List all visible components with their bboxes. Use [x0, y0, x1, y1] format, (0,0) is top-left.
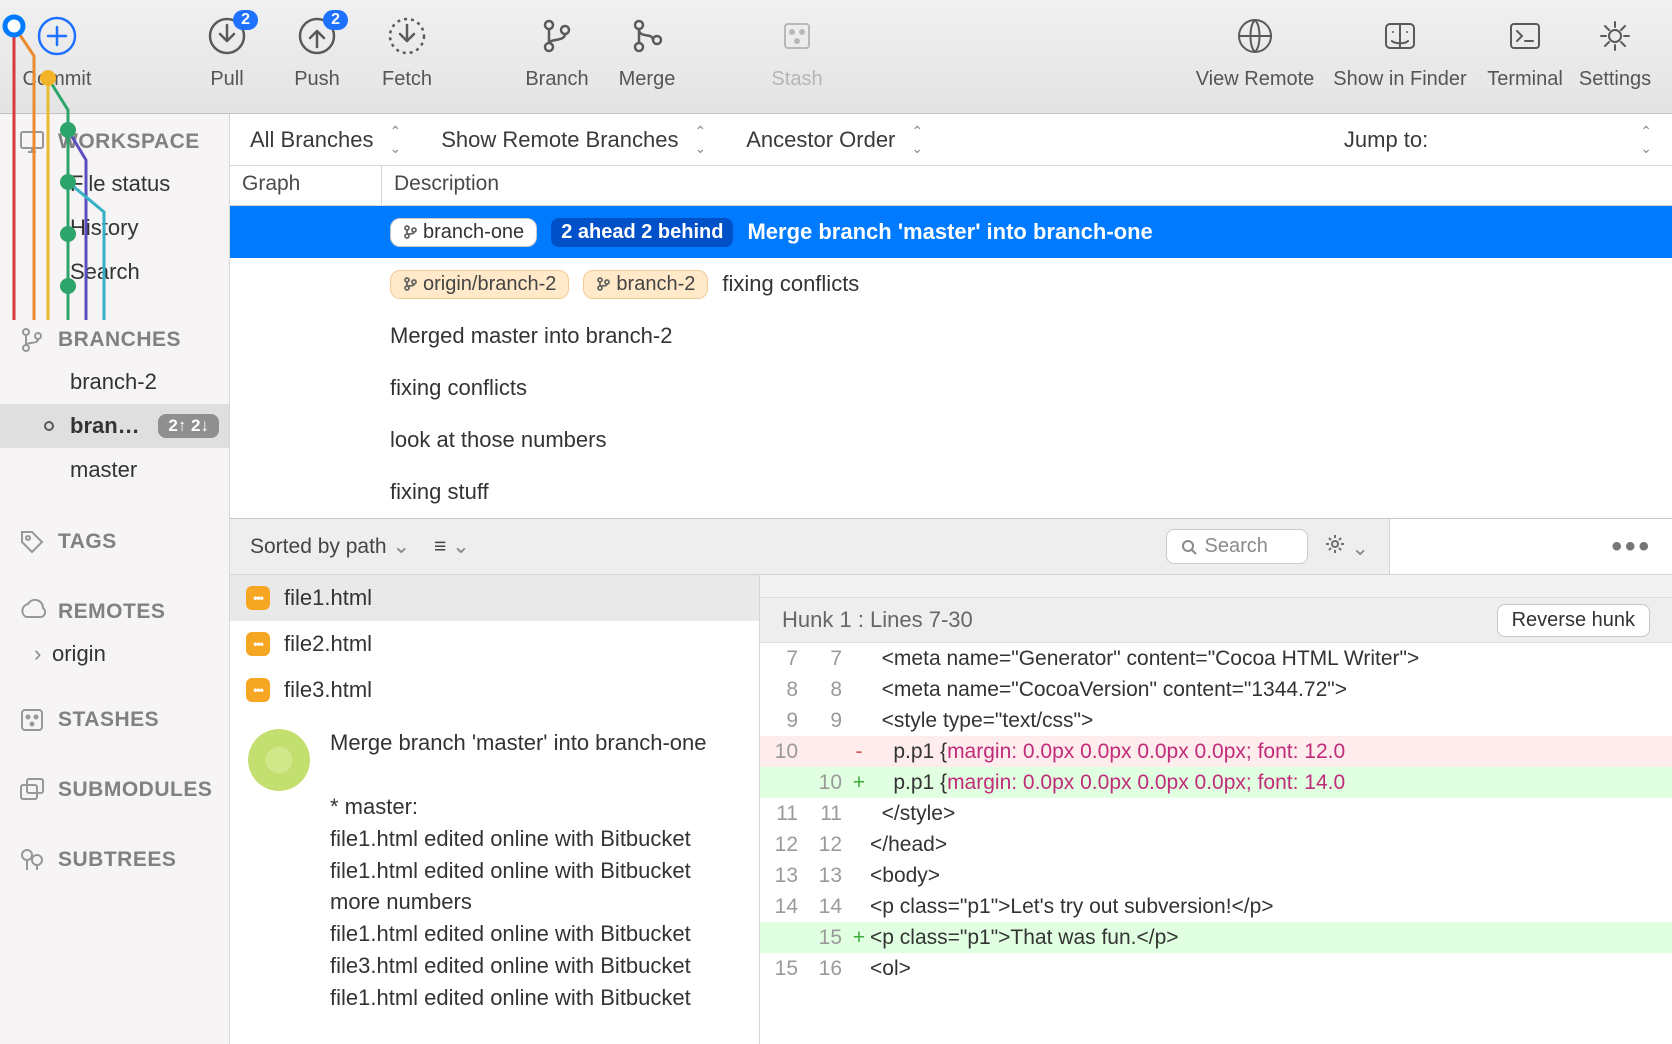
file-status-icon: ••• [246, 586, 270, 610]
terminal-button[interactable]: Terminal [1480, 14, 1570, 91]
more-button[interactable]: ••• [1611, 530, 1652, 564]
commit-graph [0, 0, 160, 320]
push-label: Push [294, 68, 340, 91]
view-remote-button[interactable]: View Remote [1190, 14, 1320, 91]
diff-line[interactable]: 1111 </style> [760, 798, 1672, 829]
gear-dropdown[interactable]: ⌄ [1324, 533, 1369, 561]
branch-tag: branch-2 [583, 270, 708, 299]
file-row[interactable]: •••file3.html [230, 667, 759, 713]
commit-message: Merge branch 'master' into branch-one [747, 219, 1152, 245]
branch-button[interactable]: Branch [512, 14, 602, 91]
updown-icon: ⌃⌄ [911, 123, 923, 157]
push-badge: 2 [323, 10, 348, 30]
col-description[interactable]: Description [382, 166, 511, 205]
diff-line[interactable]: 99 <style type="text/css"> [760, 705, 1672, 736]
file-search-input[interactable]: Search [1166, 529, 1308, 564]
reverse-hunk-button[interactable]: Reverse hunk [1497, 604, 1650, 637]
filter-bar: All Branches⌃⌄ Show Remote Branches⌃⌄ An… [230, 114, 1672, 166]
diff-line[interactable]: 1313<body> [760, 860, 1672, 891]
pull-button[interactable]: 2 Pull [182, 14, 272, 91]
updown-icon: ⌃⌄ [1640, 123, 1652, 157]
filter-branches[interactable]: All Branches⌃⌄ [250, 123, 401, 157]
sidebar-remote-origin[interactable]: › origin [0, 632, 229, 676]
sidebar-section-subtrees[interactable]: SUBTREES [0, 832, 229, 880]
history-row[interactable]: Merged master into branch-2 [230, 310, 1672, 362]
history-list: branch-one 2 ahead 2 behind Merge branch… [230, 206, 1672, 518]
file-status-icon: ••• [246, 678, 270, 702]
sidebar-branch-master[interactable]: master [0, 448, 229, 492]
file-panel: Sorted by path ⌄ ≡ ⌄ Search ⌄ •••file1.h… [230, 519, 760, 1044]
fetch-label: Fetch [382, 68, 432, 91]
chevron-down-icon: ⌄ [392, 535, 410, 558]
terminal-label: Terminal [1487, 68, 1563, 91]
settings-label: Settings [1579, 68, 1651, 91]
history-row[interactable]: fixing conflicts [230, 362, 1672, 414]
diff-line[interactable]: 1414<p class="p1">Let's try out subversi… [760, 891, 1672, 922]
diff-line[interactable]: 10- p.p1 {margin: 0.0px 0.0px 0.0px 0.0p… [760, 736, 1672, 767]
commit-message: fixing conflicts [390, 375, 527, 401]
ahead-behind-pill: 2 ahead 2 behind [551, 218, 733, 247]
branch-tag: branch-one [390, 218, 537, 247]
diff-line[interactable]: 1516<ol> [760, 953, 1672, 984]
diff-panel: ••• file1.html ••• Hunk 1 : Lines 7-30 R… [760, 519, 1672, 1044]
sidebar-branch-branch-one[interactable]: bran… 2↑ 2↓ [0, 404, 229, 448]
commit-message: look at those numbers [390, 427, 606, 453]
diff-line[interactable]: 15+<p class="p1">That was fun.</p> [760, 922, 1672, 953]
hunk-header: Hunk 1 : Lines 7-30 Reverse hunk [760, 597, 1672, 643]
search-icon [1181, 539, 1197, 555]
show-in-finder-label: Show in Finder [1333, 68, 1466, 91]
diff-lines: 77 <meta name="Generator" content="Cocoa… [760, 643, 1672, 984]
updown-icon: ⌃⌄ [694, 123, 706, 157]
commit-message-panel: Merge branch 'master' into branch-one * … [230, 713, 759, 1028]
sort-dropdown[interactable]: Sorted by path ⌄ [250, 534, 410, 559]
settings-button[interactable]: Settings [1570, 14, 1660, 91]
filter-jump[interactable]: Jump to:⌃⌄ [1344, 123, 1652, 157]
diff-line[interactable]: 10+ p.p1 {margin: 0.0px 0.0px 0.0px 0.0p… [760, 767, 1672, 798]
updown-icon: ⌃⌄ [390, 123, 402, 157]
commit-message: fixing conflicts [722, 271, 859, 297]
file-panel-toolbar: Sorted by path ⌄ ≡ ⌄ Search ⌄ [230, 519, 1390, 575]
filter-order[interactable]: Ancestor Order⌃⌄ [746, 123, 923, 157]
pull-badge: 2 [233, 10, 258, 30]
toolbar: Commit 2 Pull 2 Push Fetch Branch Merge … [0, 0, 1672, 114]
sidebar-section-remotes[interactable]: REMOTES [0, 584, 229, 632]
stash-label: Stash [771, 68, 822, 91]
history-row[interactable]: branch-one 2 ahead 2 behind Merge branch… [230, 206, 1672, 258]
diff-line[interactable]: 1212</head> [760, 829, 1672, 860]
history-header: Graph Description [230, 166, 1672, 206]
sidebar-section-submodules[interactable]: SUBMODULES [0, 762, 229, 810]
history-row[interactable]: look at those numbers [230, 414, 1672, 466]
pull-label: Pull [210, 68, 243, 91]
merge-label: Merge [619, 68, 676, 91]
stash-button[interactable]: Stash [752, 14, 842, 91]
push-button[interactable]: 2 Push [272, 14, 362, 91]
current-branch-indicator-icon [44, 421, 54, 431]
ahead-behind-badge: 2↑ 2↓ [158, 414, 219, 438]
view-remote-label: View Remote [1196, 68, 1315, 91]
file-row[interactable]: •••file2.html [230, 621, 759, 667]
history-row[interactable]: origin/branch-2 branch-2 fixing conflict… [230, 258, 1672, 310]
diff-line[interactable]: 77 <meta name="Generator" content="Cocoa… [760, 643, 1672, 674]
col-graph[interactable]: Graph [230, 166, 382, 205]
avatar [248, 729, 310, 791]
file-row[interactable]: •••file1.html [230, 575, 759, 621]
file-status-icon: ••• [246, 632, 270, 656]
sidebar-section-stashes[interactable]: STASHES [0, 692, 229, 740]
sidebar-section-tags[interactable]: TAGS [0, 514, 229, 562]
fetch-button[interactable]: Fetch [362, 14, 452, 91]
history-row[interactable]: fixing stuff [230, 466, 1672, 518]
show-in-finder-button[interactable]: Show in Finder [1320, 14, 1480, 91]
view-mode-dropdown[interactable]: ≡ ⌄ [434, 534, 470, 559]
filter-remote[interactable]: Show Remote Branches⌃⌄ [441, 123, 706, 157]
diff-line[interactable]: 88 <meta name="CocoaVersion" content="13… [760, 674, 1672, 705]
branch-tag: origin/branch-2 [390, 270, 569, 299]
branch-label: Branch [525, 68, 588, 91]
commit-message: Merged master into branch-2 [390, 323, 672, 349]
chevron-down-icon: ⌄ [452, 535, 470, 558]
sidebar-branch-branch-2[interactable]: branch-2 [0, 360, 229, 404]
merge-button[interactable]: Merge [602, 14, 692, 91]
commit-message: fixing stuff [390, 479, 489, 505]
